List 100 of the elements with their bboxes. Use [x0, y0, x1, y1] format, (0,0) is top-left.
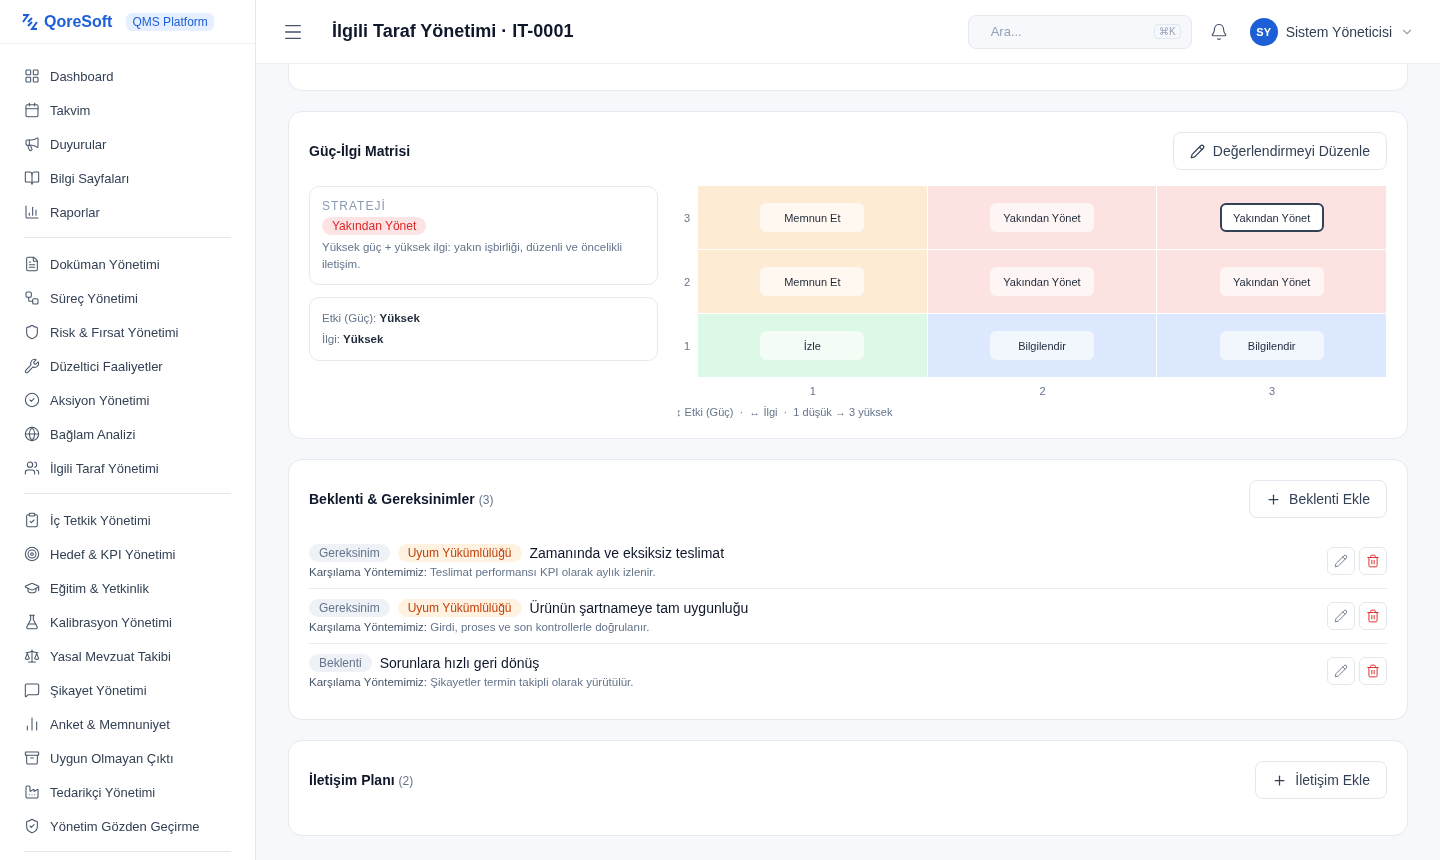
megaphone-icon	[24, 136, 40, 152]
scale-icon	[24, 648, 40, 664]
factory-icon	[24, 784, 40, 800]
edit-button[interactable]	[1327, 657, 1355, 685]
logo-icon	[20, 11, 40, 32]
notification-icon[interactable]	[1209, 22, 1228, 41]
sidebar-item[interactable]: Duyurular	[24, 127, 231, 161]
workflow-icon	[24, 290, 40, 306]
strategy-label: STRATEJİ	[322, 199, 386, 213]
pencil-icon	[1334, 664, 1348, 678]
sidebar-item[interactable]: Hedef & KPI Yönetimi	[24, 537, 231, 571]
delete-button[interactable]	[1359, 602, 1387, 630]
plus-icon	[1266, 491, 1282, 507]
graduation-cap-icon	[24, 580, 40, 596]
grid-icon	[24, 68, 40, 84]
sidebar-item[interactable]: Şikayet Yönetimi	[24, 673, 231, 707]
expectation-title: Zamanında ve eksiksiz teslimat	[529, 545, 725, 561]
sidebar-item[interactable]: Tedarikçi Yönetimi	[24, 775, 231, 809]
delete-button[interactable]	[1359, 657, 1387, 685]
document-icon	[24, 256, 40, 272]
axis-label: 2	[682, 275, 692, 290]
archive-icon	[24, 750, 40, 766]
axis-label: 1	[808, 384, 817, 399]
sidebar-item[interactable]: Raporlar	[24, 195, 231, 229]
method-text: Karşılama Yöntemimiz: Teslimat performansı KPI olarak aylık izlenir.	[309, 566, 657, 578]
tag: Gereksinim	[309, 599, 390, 617]
strategy-chip[interactable]: Memnun Et	[760, 267, 865, 296]
strategy-description: Yüksek güç + yüksek ilgi: yakın işbirliği, düzenli ve öncelikli iletişim.	[322, 240, 624, 272]
strategy-chip[interactable]: İzle	[760, 331, 865, 360]
user-name[interactable]: Sistem Yöneticisi	[1285, 23, 1392, 40]
axis-label: 3	[682, 211, 692, 226]
sidebar-item[interactable]: Kalibrasyon Yönetimi	[24, 605, 231, 639]
sidebar-item[interactable]: Doküman Yönetimi	[24, 247, 231, 281]
sidebar-item[interactable]: Eğitim & Yetkinlik	[24, 571, 231, 605]
book-icon	[24, 170, 40, 186]
target-icon	[24, 546, 40, 562]
sidebar-item[interactable]: Yönetim Gözden Geçirme	[24, 809, 231, 843]
section-title: İletişim Planı (2)	[309, 772, 414, 788]
user-avatar[interactable]: SY	[1249, 17, 1278, 46]
pencil-icon	[1334, 554, 1348, 568]
edit-button[interactable]	[1327, 547, 1355, 575]
section-title: Güç-İlgi Matrisi	[309, 143, 411, 159]
sidebar-item[interactable]: İlgili Taraf Yönetimi	[24, 451, 231, 485]
sidebar-item[interactable]: Düzeltici Faaliyetler	[24, 349, 231, 383]
calendar-icon	[24, 102, 40, 118]
trash-icon	[1366, 664, 1380, 678]
strategy-chip[interactable]: Yakından Yönet	[990, 267, 1094, 296]
clipboard-icon	[24, 512, 40, 528]
sidebar-item[interactable]: Bilgi Sayfaları	[24, 161, 231, 195]
section-title: Beklenti & Gereksinimler (3)	[309, 491, 494, 507]
add-button[interactable]: Beklenti Ekle	[1249, 480, 1387, 518]
trash-icon	[1366, 554, 1380, 568]
expectation-title: Ürünün şartnameye tam uygunluğu	[529, 600, 749, 616]
score-text: İlgi: Yüksek	[322, 332, 384, 347]
edit-button[interactable]: Değerlendirmeyi Düzenle	[1172, 132, 1387, 170]
matrix-legend: ↕ Etki (Güç) · ↔ İlgi · 1 düşük → 3 yüksek	[676, 406, 1387, 418]
sidebar-item[interactable]: Bağlam Analizi	[24, 417, 231, 451]
search-input[interactable]: Ara...	[988, 23, 1154, 40]
sidebar-item[interactable]: Anket & Memnuniyet	[24, 707, 231, 741]
brand-logo: QoreSoft	[20, 11, 113, 32]
shield-check-icon	[24, 818, 40, 834]
strategy-badge: Yakından Yönet	[322, 217, 427, 235]
shortcut-hint: ⌘K	[1154, 24, 1181, 39]
flask-icon	[24, 614, 40, 630]
check-circle-icon	[24, 392, 40, 408]
sidebar-item[interactable]: Yasal Mevzuat Takibi	[24, 639, 231, 673]
strategy-chip[interactable]: Bilgilendir	[990, 331, 1094, 360]
globe-icon	[24, 426, 40, 442]
score-text: Etki (Güç): Yüksek	[322, 311, 420, 327]
message-icon	[24, 682, 40, 698]
sidebar-item[interactable]: Risk & Fırsat Yönetimi	[24, 315, 231, 349]
plus-icon	[1272, 772, 1288, 788]
tag: Gereksinim	[309, 544, 390, 562]
platform-badge: QMS Platform	[126, 12, 214, 31]
trash-icon	[1366, 609, 1380, 623]
method-text: Karşılama Yöntemimiz: Girdi, proses ve son kontrollerle doğrulanır.	[309, 621, 651, 633]
edit-button[interactable]	[1327, 602, 1355, 630]
add-button[interactable]: İletişim Ekle	[1255, 761, 1387, 799]
axis-label: 3	[1268, 384, 1277, 399]
strategy-chip[interactable]: Yakından Yönet	[1219, 203, 1324, 232]
delete-button[interactable]	[1359, 547, 1387, 575]
strategy-chip[interactable]: Yakından Yönet	[990, 203, 1094, 232]
bar-chart-icon	[24, 204, 40, 220]
axis-label: 2	[1038, 384, 1047, 399]
strategy-chip[interactable]: Bilgilendir	[1219, 331, 1324, 360]
sidebar-item[interactable]: Takvim	[24, 93, 231, 127]
strategy-chip[interactable]: Memnun Et	[760, 203, 865, 232]
pencil-icon	[1334, 609, 1348, 623]
sidebar-item[interactable]: İç Tetkik Yönetimi	[24, 503, 231, 537]
sidebar-item[interactable]: Süreç Yönetimi	[24, 281, 231, 315]
bar-chart-icon	[24, 716, 40, 732]
method-text: Karşılama Yöntemimiz: Şikayetler termin takipli olarak yürütülür.	[309, 676, 634, 688]
expectation-title: Sorunlara hızlı geri dönüş	[379, 655, 540, 671]
sidebar-item[interactable]: Aksiyon Yönetimi	[24, 383, 231, 417]
sidebar-item[interactable]: Uygun Olmayan Çıktı	[24, 741, 231, 775]
strategy-chip[interactable]: Yakından Yönet	[1219, 267, 1324, 296]
sidebar-item[interactable]: Dashboard	[24, 59, 231, 93]
shield-icon	[24, 324, 40, 340]
pencil-icon	[1189, 143, 1205, 159]
tag: Uyum Yükümlülüğü	[397, 544, 522, 562]
